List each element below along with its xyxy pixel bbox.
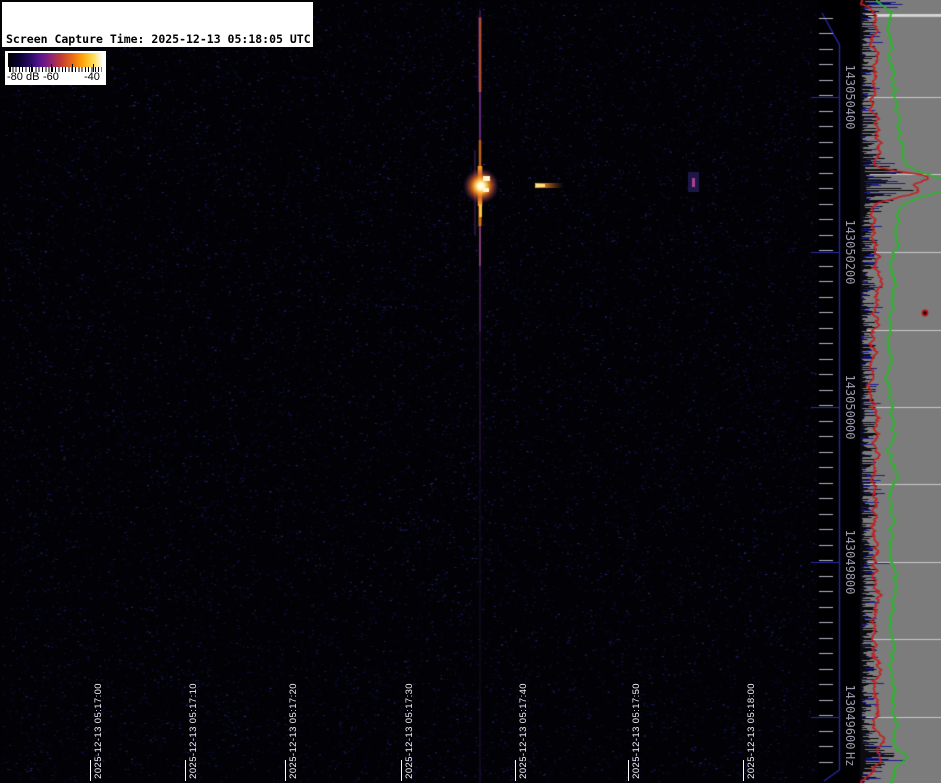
capture-info-box: Screen Capture Time: 2025-12-13 05:18:05… — [2, 2, 313, 47]
spectrogram-screen: Screen Capture Time: 2025-12-13 05:18:05… — [0, 0, 941, 783]
colorbar-label-min: -80 dB — [7, 71, 39, 83]
colorbar-label-max: -40 — [84, 71, 100, 83]
frequency-label: 143049600 — [843, 684, 857, 749]
frequency-label: 143050000 — [843, 374, 857, 439]
capture-config-text: Config = V8 — [6, 116, 313, 130]
colorbar-label-mid: -60 — [43, 71, 59, 83]
colorbar-gradient — [8, 53, 103, 67]
frequency-label: 143050400 — [843, 64, 857, 129]
capture-time-text: Screen Capture Time: 2025-12-13 05:18:05… — [6, 32, 313, 46]
intensity-colorbar: -80 dB -60 -40 — [5, 51, 106, 85]
frequency-label: 143050200 — [843, 219, 857, 284]
frequency-label: 143049800 — [843, 529, 857, 594]
colorbar-major-tick — [72, 64, 73, 72]
frequency-unit-label: Hz — [843, 752, 857, 766]
